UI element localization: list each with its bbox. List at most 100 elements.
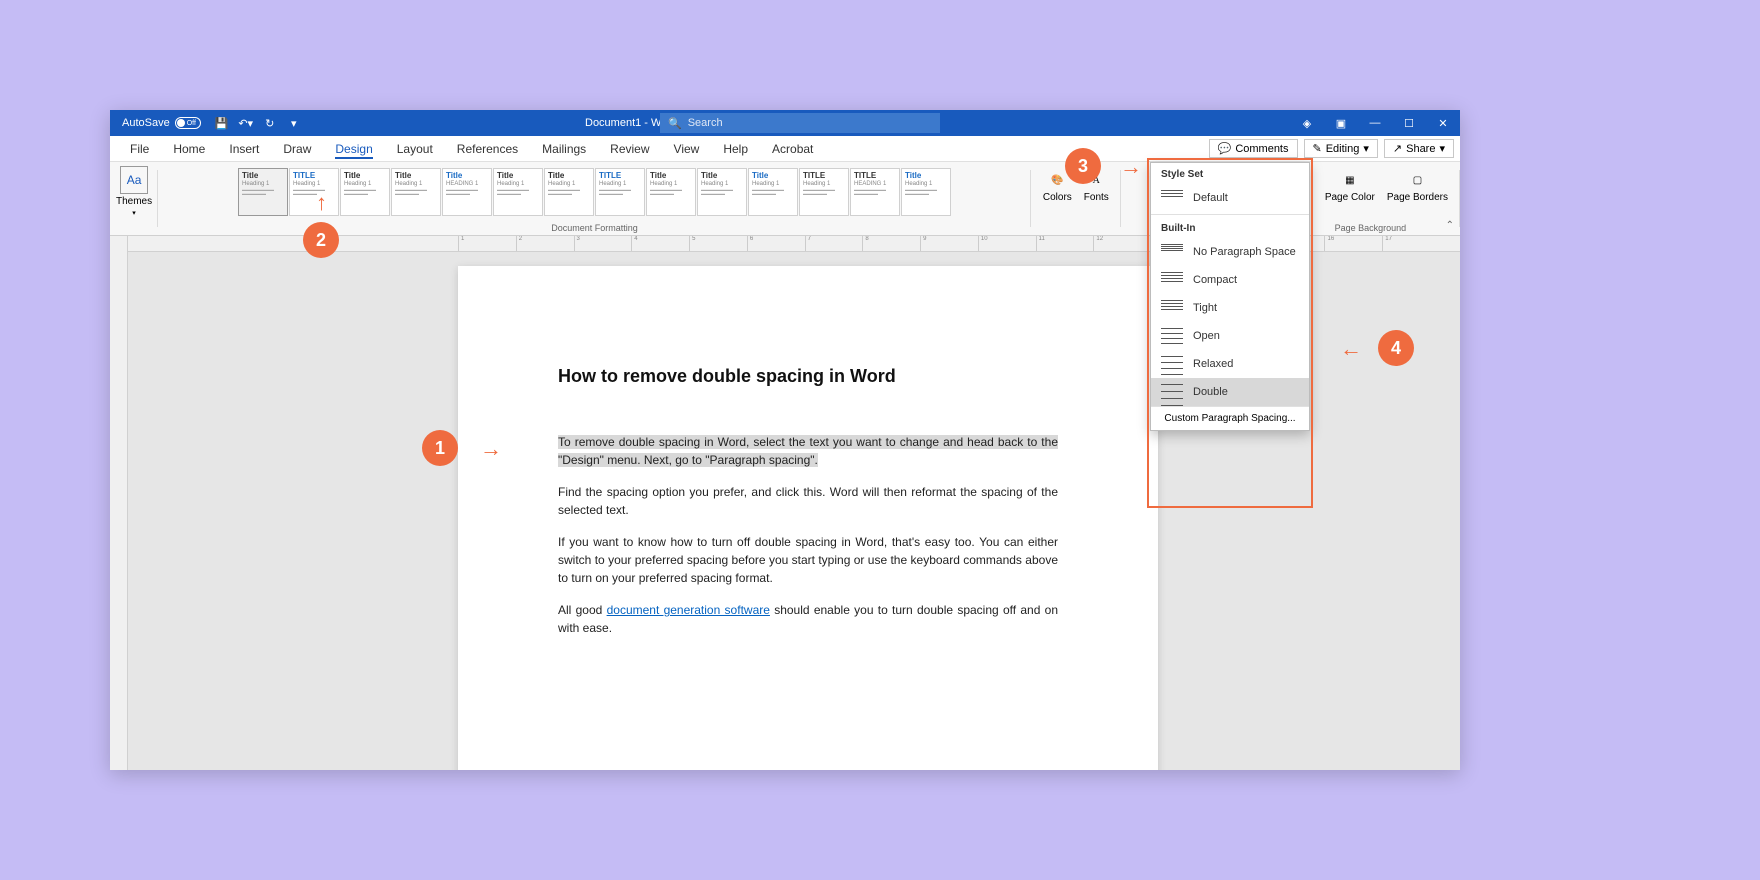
style-set-thumbnail[interactable]: TITLEHeading 1▬▬▬▬▬▬▬▬▬▬▬▬▬▬ — [289, 168, 339, 216]
minimize-button[interactable]: — — [1358, 110, 1392, 136]
autosave-toggle[interactable]: AutoSave Off — [110, 117, 201, 129]
redo-icon[interactable]: ↻ — [263, 116, 277, 130]
menu-item-file[interactable]: File — [118, 136, 161, 162]
menu-item-references[interactable]: References — [445, 136, 530, 162]
selected-text[interactable]: To remove double spacing in Word, select… — [558, 435, 1058, 467]
document-paragraph-1: To remove double spacing in Word, select… — [558, 433, 1058, 469]
spacing-icon — [1161, 300, 1183, 316]
page-borders-button[interactable]: ▢Page Borders — [1381, 166, 1454, 207]
style-set-thumbnail[interactable]: TitleHeading 1▬▬▬▬▬▬▬▬▬▬▬▬▬▬ — [238, 168, 288, 216]
annotation-callout-1: 1 — [422, 430, 458, 466]
toggle-switch-icon[interactable]: Off — [175, 117, 201, 129]
style-set-thumbnail[interactable]: TITLEHEADING 1▬▬▬▬▬▬▬▬▬▬▬▬▬▬ — [850, 168, 900, 216]
menu-item-layout[interactable]: Layout — [385, 136, 445, 162]
document-paragraph-2: Find the spacing option you prefer, and … — [558, 483, 1058, 519]
document-link[interactable]: document generation software — [607, 603, 770, 617]
menu-item-mailings[interactable]: Mailings — [530, 136, 598, 162]
style-set-thumbnail[interactable]: TitleHeading 1▬▬▬▬▬▬▬▬▬▬▬▬▬▬ — [646, 168, 696, 216]
ruler-tick: 3 — [574, 236, 632, 251]
maximize-button[interactable]: ☐ — [1392, 110, 1426, 136]
qat-dropdown-icon[interactable]: ▾ — [287, 116, 301, 130]
spacing-icon — [1161, 384, 1183, 400]
ribbon-group-label: Page Background — [1335, 223, 1407, 233]
menu-item-insert[interactable]: Insert — [217, 136, 271, 162]
dropdown-item-tight[interactable]: Tight — [1151, 294, 1309, 322]
menu-item-design[interactable]: Design — [323, 136, 384, 162]
annotation-callout-2: 2 — [303, 222, 339, 258]
spacing-icon — [1161, 272, 1183, 288]
chevron-down-icon: ▾ — [1439, 142, 1445, 155]
save-icon[interactable]: 💾 — [215, 116, 229, 130]
undo-icon[interactable]: ↶▾ — [239, 116, 253, 130]
dropdown-item-compact[interactable]: Compact — [1151, 266, 1309, 294]
dropdown-item-default[interactable]: Default — [1151, 184, 1309, 212]
word-window: AutoSave Off 💾 ↶▾ ↻ ▾ Document1 - Word 🔍… — [110, 110, 1460, 770]
vertical-ruler — [110, 236, 128, 770]
page-color-button[interactable]: ▦Page Color — [1319, 166, 1381, 207]
annotation-arrow-right-icon: → — [480, 436, 502, 462]
ribbon-group-themes: Aa Themes ▾ — [110, 162, 158, 235]
ruler-tick: 12 — [1093, 236, 1151, 251]
document-heading: How to remove double spacing in Word — [558, 366, 1058, 387]
ruler-tick: 8 — [862, 236, 920, 251]
document-page[interactable]: How to remove double spacing in Word To … — [458, 266, 1158, 770]
close-button[interactable]: ✕ — [1426, 110, 1460, 136]
menu-item-view[interactable]: View — [662, 136, 712, 162]
comments-button[interactable]: 💬Comments — [1209, 139, 1298, 158]
comment-icon: 💬 — [1218, 142, 1232, 155]
quick-access-toolbar: 💾 ↶▾ ↻ ▾ — [215, 116, 301, 130]
collapse-ribbon-icon[interactable]: ⌃ — [1446, 220, 1454, 231]
ruler-tick: 7 — [805, 236, 863, 251]
menu-item-draw[interactable]: Draw — [271, 136, 323, 162]
ribbon-group-label: Document Formatting — [551, 223, 638, 233]
ruler-tick: 16 — [1324, 236, 1382, 251]
editing-button[interactable]: ✎Editing▾ — [1304, 139, 1378, 158]
style-set-gallery[interactable]: TitleHeading 1▬▬▬▬▬▬▬▬▬▬▬▬▬▬TITLEHeading… — [236, 166, 953, 218]
spacing-icon — [1161, 328, 1183, 344]
document-paragraph-3: If you want to know how to turn off doub… — [558, 533, 1058, 587]
menu-bar: FileHomeInsertDrawDesignLayoutReferences… — [110, 136, 1460, 162]
menu-item-acrobat[interactable]: Acrobat — [760, 136, 825, 162]
menu-item-help[interactable]: Help — [711, 136, 760, 162]
ruler-tick: 10 — [978, 236, 1036, 251]
style-set-thumbnail[interactable]: TITLEHeading 1▬▬▬▬▬▬▬▬▬▬▬▬▬▬ — [799, 168, 849, 216]
themes-button[interactable]: Aa Themes ▾ — [116, 166, 152, 217]
chevron-down-icon: ▾ — [1363, 142, 1369, 155]
share-icon: ↗ — [1393, 142, 1402, 155]
ruler-tick: 2 — [516, 236, 574, 251]
ruler-tick: 9 — [920, 236, 978, 251]
style-set-thumbnail[interactable]: TitleHeading 1▬▬▬▬▬▬▬▬▬▬▬▬▬▬ — [340, 168, 390, 216]
share-button[interactable]: ↗Share▾ — [1384, 139, 1454, 158]
menu-item-review[interactable]: Review — [598, 136, 661, 162]
style-set-thumbnail[interactable]: TitleHeading 1▬▬▬▬▬▬▬▬▬▬▬▬▬▬ — [901, 168, 951, 216]
annotation-callout-3: 3 — [1065, 148, 1101, 184]
style-set-thumbnail[interactable]: TitleHeading 1▬▬▬▬▬▬▬▬▬▬▬▬▬▬ — [391, 168, 441, 216]
style-set-thumbnail[interactable]: TitleHeading 1▬▬▬▬▬▬▬▬▬▬▬▬▬▬ — [748, 168, 798, 216]
dropdown-item-double[interactable]: Double — [1151, 378, 1309, 406]
dropdown-item-open[interactable]: Open — [1151, 322, 1309, 350]
menu-item-home[interactable]: Home — [161, 136, 217, 162]
dropdown-item-custom[interactable]: Custom Paragraph Spacing... — [1151, 406, 1309, 430]
chevron-down-icon: ▾ — [132, 209, 136, 217]
ruler-tick: 6 — [747, 236, 805, 251]
display-options-icon[interactable]: ▣ — [1324, 110, 1358, 136]
search-box[interactable]: 🔍 — [660, 113, 940, 133]
dropdown-item-no-paragraph-space[interactable]: No Paragraph Space — [1151, 238, 1309, 266]
ruler-tick: 11 — [1036, 236, 1094, 251]
style-set-thumbnail[interactable]: TITLEHeading 1▬▬▬▬▬▬▬▬▬▬▬▬▬▬ — [595, 168, 645, 216]
search-input[interactable] — [688, 117, 932, 129]
dropdown-separator — [1151, 214, 1309, 215]
annotation-callout-4: 4 — [1378, 330, 1414, 366]
dropdown-section-header: Style Set — [1151, 163, 1309, 184]
autosave-label: AutoSave — [122, 117, 170, 129]
style-set-thumbnail[interactable]: TitleHeading 1▬▬▬▬▬▬▬▬▬▬▬▬▬▬ — [544, 168, 594, 216]
style-set-thumbnail[interactable]: TitleHeading 1▬▬▬▬▬▬▬▬▬▬▬▬▬▬ — [697, 168, 747, 216]
account-icon[interactable]: ◈ — [1290, 110, 1324, 136]
themes-icon: Aa — [120, 166, 148, 194]
menubar-right-actions: 💬Comments ✎Editing▾ ↗Share▾ — [1209, 139, 1454, 158]
style-set-thumbnail[interactable]: TitleHEADING 1▬▬▬▬▬▬▬▬▬▬▬▬▬▬ — [442, 168, 492, 216]
ruler-tick: 5 — [689, 236, 747, 251]
page-color-icon: ▦ — [1340, 170, 1360, 190]
dropdown-item-relaxed[interactable]: Relaxed — [1151, 350, 1309, 378]
style-set-thumbnail[interactable]: TitleHeading 1▬▬▬▬▬▬▬▬▬▬▬▬▬▬ — [493, 168, 543, 216]
